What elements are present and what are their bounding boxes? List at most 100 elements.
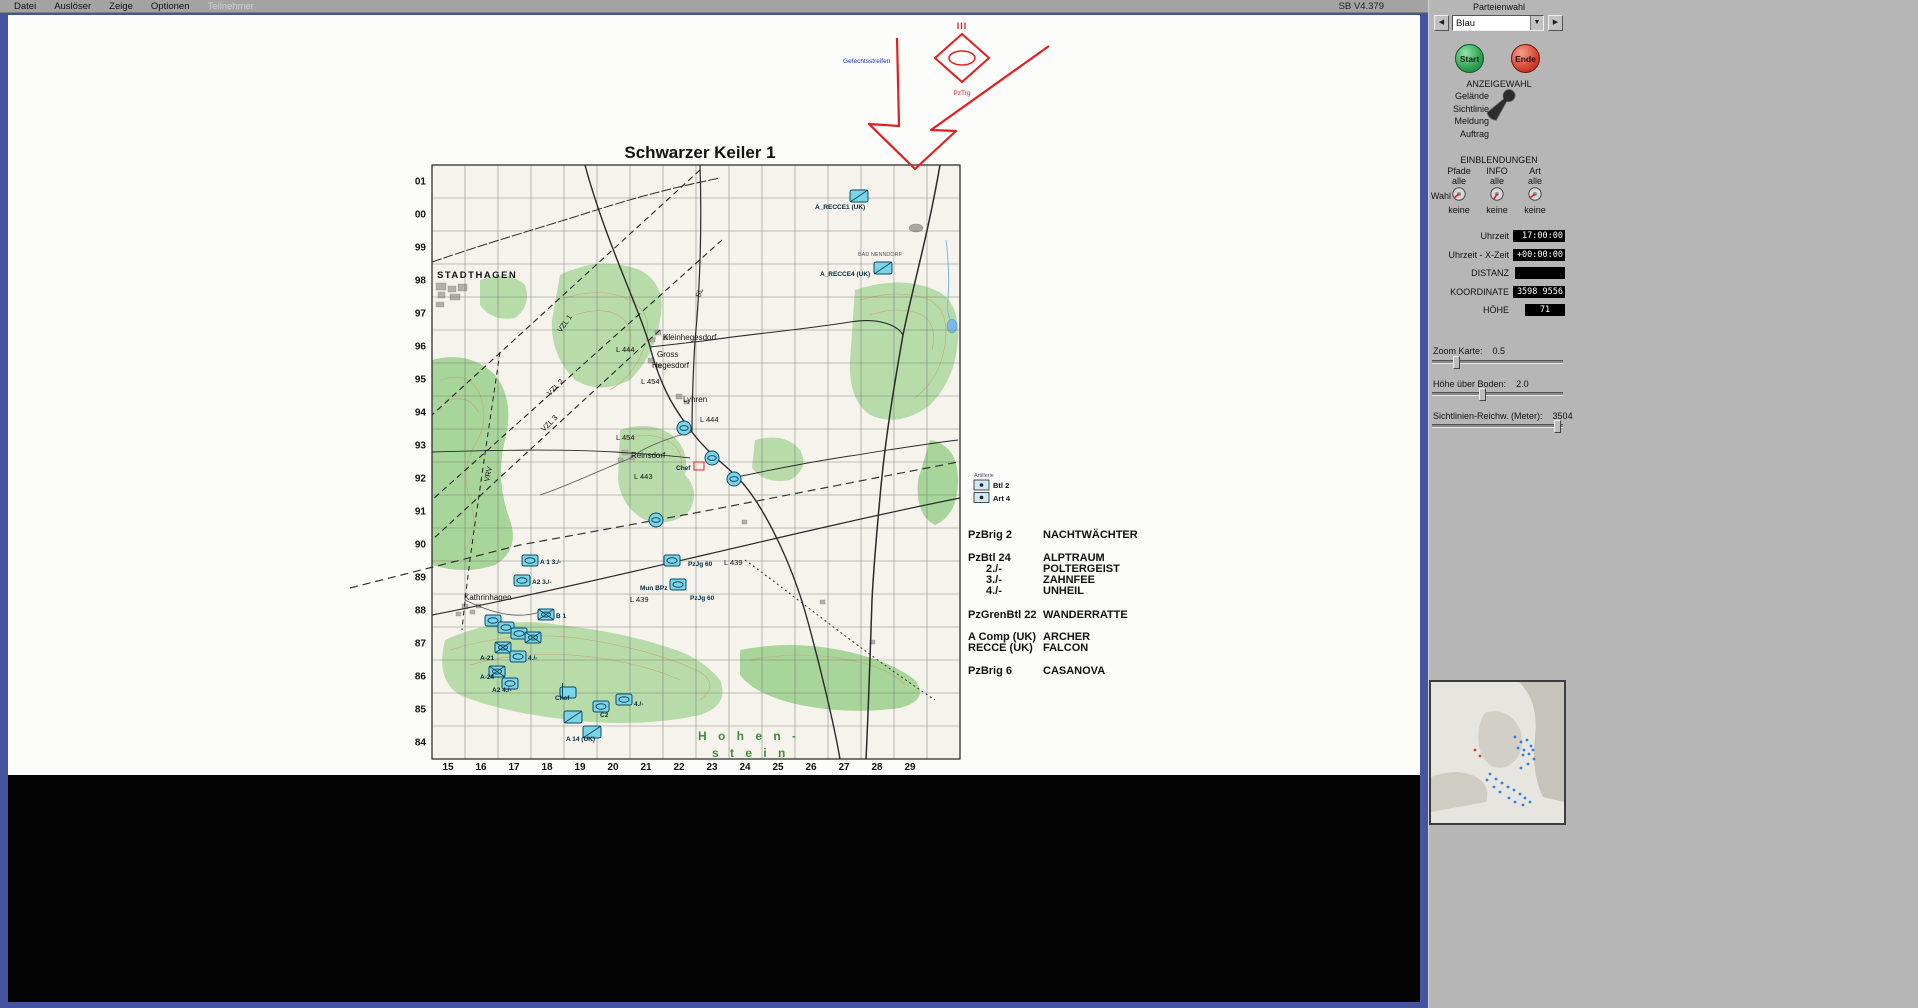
svg-text:Chef: Chef: [555, 695, 570, 702]
los-range-slider-track[interactable]: [1432, 420, 1563, 433]
svg-text:16: 16: [475, 762, 487, 773]
overlay-pos-alle: alle: [1451, 176, 1466, 186]
eye-height-slider-track[interactable]: [1432, 388, 1563, 401]
eye-height-value: 2.0: [1516, 379, 1529, 389]
svg-text:L 454: L 454: [616, 433, 635, 442]
display-option-gelaende[interactable]: Gelände: [1437, 90, 1489, 103]
grid-row-labels: 01 00 99 98 97 96 95 94 93 92 91 90 89 8…: [415, 177, 427, 749]
eye-height-slider-thumb[interactable]: [1479, 388, 1487, 401]
svg-text:95: 95: [415, 375, 427, 386]
info-knob[interactable]: [1490, 187, 1504, 201]
unit-symbol-armor[interactable]: [513, 574, 531, 587]
svg-text:WANDERRATTE: WANDERRATTE: [1043, 609, 1128, 621]
red-planning-arrow[interactable]: III PzTrg: [867, 21, 1050, 171]
svg-text:A 1 3./-: A 1 3./-: [540, 559, 561, 566]
unit-symbol-armor[interactable]: [521, 554, 539, 567]
minimap-svg: [1431, 682, 1564, 812]
time-value: 17:00:00: [1513, 230, 1565, 242]
svg-text:86: 86: [415, 672, 427, 683]
unit-symbol-bn[interactable]: [676, 420, 692, 436]
svg-text:FALCON: FALCON: [1043, 642, 1088, 654]
svg-text:A 14 (UK): A 14 (UK): [566, 736, 595, 743]
start-button[interactable]: Start: [1455, 44, 1484, 73]
menu-bar: Datei Auslöser Zeige Optionen Teilnehmer…: [0, 0, 1428, 13]
einblendungen-title: EINBLENDUNGEN: [1460, 155, 1538, 165]
unit-symbol-recce4[interactable]: [873, 261, 893, 275]
end-button[interactable]: Ende: [1511, 44, 1540, 73]
svg-text:21: 21: [640, 762, 652, 773]
display-option-sichtlinie[interactable]: Sichtlinie: [1437, 103, 1489, 116]
svg-text:BAD NENNDORF: BAD NENNDORF: [858, 252, 903, 258]
pfade-knob[interactable]: [1452, 187, 1466, 201]
unit-symbol-mech[interactable]: [494, 641, 512, 654]
unit-symbol-armor[interactable]: [509, 650, 527, 663]
display-option-auftrag[interactable]: Auftrag: [1437, 128, 1489, 141]
svg-text:87: 87: [415, 639, 427, 650]
svg-text:Reinsdorf: Reinsdorf: [631, 451, 666, 460]
svg-text:26: 26: [805, 762, 817, 773]
menu-datei[interactable]: Datei: [14, 1, 36, 12]
zoom-slider-track[interactable]: [1432, 356, 1563, 369]
distance-label: DISTANZ: [1471, 268, 1509, 278]
map-letterbox: [8, 775, 1420, 1002]
menu-teilnehmer: Teilnehmer: [207, 0, 254, 12]
unit-symbol-bn[interactable]: [726, 471, 742, 487]
svg-text:Hegesdorf: Hegesdorf: [652, 361, 690, 370]
los-range-slider-thumb[interactable]: [1553, 420, 1561, 433]
svg-text:28: 28: [871, 762, 883, 773]
selector-pointer-icon[interactable]: [1487, 84, 1517, 126]
svg-text:s t e i n: s t e i n: [712, 746, 789, 760]
enemy-echelon-label: III: [957, 21, 968, 31]
unit-symbol-armor[interactable]: [592, 700, 610, 713]
svg-text:PzBrig 2: PzBrig 2: [968, 529, 1012, 541]
svg-text:84: 84: [415, 738, 427, 749]
xtime-value: +00:00:00: [1513, 249, 1565, 261]
svg-text:RECCE (UK): RECCE (UK): [968, 642, 1033, 654]
svg-text:88: 88: [415, 606, 427, 617]
svg-text:L 439: L 439: [630, 595, 649, 604]
svg-text:00: 00: [415, 210, 427, 221]
display-option-meldung[interactable]: Meldung: [1437, 115, 1489, 128]
minimap[interactable]: [1429, 680, 1566, 825]
svg-text:Kleinhegesdorf: Kleinhegesdorf: [663, 333, 717, 342]
grid-col-labels: 15 16 17 18 19 20 21 22 23 24 25 26 27 2…: [442, 762, 916, 773]
unit-symbol-recce1[interactable]: [849, 189, 869, 203]
svg-text:PzJg 60: PzJg 60: [690, 595, 715, 602]
unit-symbol-armor[interactable]: [615, 693, 633, 706]
party-prev-button[interactable]: ◀: [1434, 15, 1449, 31]
unit-symbol-armor[interactable]: [669, 578, 687, 591]
svg-text:Btl 2: Btl 2: [993, 481, 1009, 490]
overlay-col-pfade: Pfade: [1447, 166, 1471, 176]
app-window: Datei Auslöser Zeige Optionen Teilnehmer…: [0, 0, 1918, 1008]
menu-optionen[interactable]: Optionen: [151, 1, 190, 12]
party-dropdown[interactable]: Blau ▼: [1452, 15, 1544, 31]
svg-text:4./-: 4./-: [528, 655, 537, 662]
unit-symbol-armor[interactable]: [663, 554, 681, 567]
unit-symbol-mech[interactable]: [524, 631, 542, 644]
unit-symbol-bn[interactable]: [648, 512, 664, 528]
menu-zeige[interactable]: Zeige: [109, 1, 133, 12]
xtime-label: Uhrzeit - X-Zeit: [1448, 250, 1509, 260]
svg-text:Mun BPz: Mun BPz: [640, 585, 668, 592]
menu-ausloeser[interactable]: Auslöser: [54, 1, 91, 12]
display-options: Gelände Sichtlinie Meldung Auftrag: [1437, 90, 1489, 140]
app-version: SB V4.379: [1338, 0, 1384, 12]
party-next-button[interactable]: ▶: [1548, 15, 1563, 31]
overlay-pos-keine: keine: [1524, 205, 1546, 215]
svg-text:L 444: L 444: [700, 415, 719, 424]
map-svg[interactable]: Schwarzer Keiler 1 01 00 99 98 97 96 95 …: [8, 15, 1420, 775]
svg-text:25: 25: [772, 762, 784, 773]
svg-text:4./-: 4./-: [986, 585, 1002, 597]
dropdown-arrow-icon[interactable]: ▼: [1530, 16, 1543, 30]
unit-symbol-bn[interactable]: [704, 450, 720, 466]
svg-text:L 444: L 444: [616, 345, 635, 354]
art-knob[interactable]: [1528, 187, 1542, 201]
unit-symbol-mech[interactable]: [537, 608, 555, 621]
unit-symbol-recce[interactable]: [563, 710, 583, 724]
map-canvas[interactable]: Schwarzer Keiler 1 01 00 99 98 97 96 95 …: [8, 15, 1420, 775]
svg-text:A-24: A-24: [480, 674, 494, 681]
coordinate-label: KOORDINATE: [1450, 287, 1509, 297]
svg-text:91: 91: [415, 507, 427, 518]
svg-text:A-21: A-21: [480, 655, 494, 662]
zoom-slider-thumb[interactable]: [1452, 356, 1460, 369]
